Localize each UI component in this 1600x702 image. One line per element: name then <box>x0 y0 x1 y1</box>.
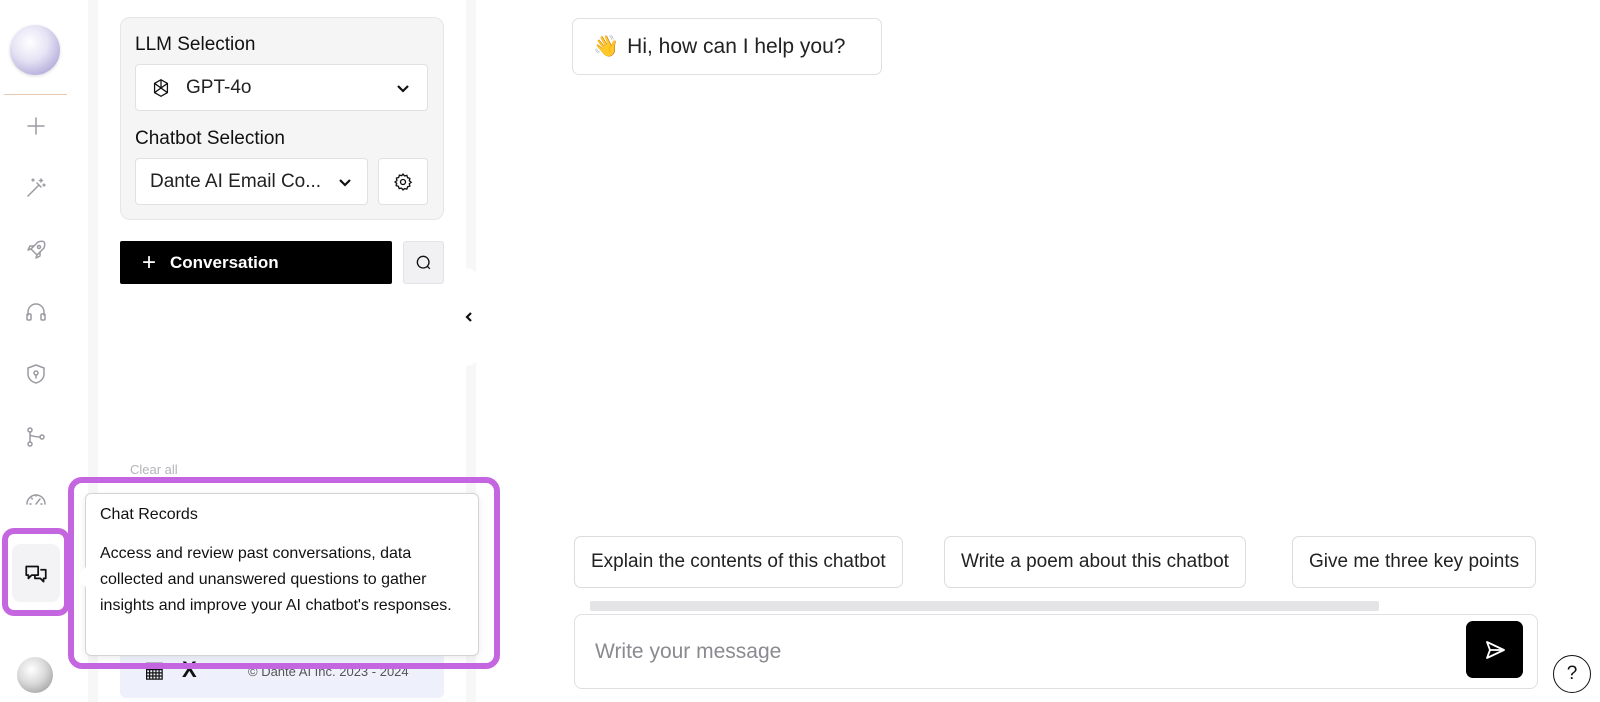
suggestion-chip[interactable]: Give me three key points <box>1292 536 1537 588</box>
clear-all-link[interactable]: Clear all <box>130 462 178 477</box>
app-logo[interactable] <box>10 25 60 75</box>
message-composer <box>574 614 1538 689</box>
suggestion-chip[interactable]: Explain the contents of this chatbot <box>574 536 903 588</box>
message-input[interactable] <box>595 637 1415 667</box>
user-avatar[interactable] <box>17 657 53 693</box>
chevron-down-icon <box>337 174 353 190</box>
plus-icon: + <box>142 248 157 276</box>
search-icon <box>416 255 430 269</box>
tooltip-arrow <box>76 567 86 587</box>
search-conversations-button[interactable] <box>403 241 444 284</box>
chevron-left-icon <box>465 312 472 322</box>
gauge-icon[interactable] <box>22 485 50 513</box>
magic-wand-icon[interactable] <box>22 174 50 202</box>
llm-select[interactable]: GPT-4o <box>135 64 428 111</box>
llm-select-value: GPT-4o <box>186 76 252 98</box>
tooltip-title: Chat Records <box>100 506 198 523</box>
send-icon <box>1485 640 1505 659</box>
new-conversation-label: Conversation <box>170 252 279 272</box>
chatbot-selection-label: Chatbot Selection <box>135 128 285 149</box>
send-button[interactable] <box>1466 621 1523 678</box>
openai-icon <box>153 78 169 97</box>
suggestions-row: Explain the contents of this chatbot Wri… <box>574 536 1538 588</box>
rocket-icon[interactable] <box>22 236 50 264</box>
chatbot-select[interactable]: Dante AI Email Co... <box>135 158 368 205</box>
rail-highlight-frame <box>2 528 70 616</box>
git-branch-icon[interactable] <box>22 423 50 451</box>
chatbot-select-value: Dante AI Email Co... <box>150 170 322 192</box>
collapse-panel-button[interactable] <box>458 268 480 366</box>
headset-icon[interactable] <box>22 298 50 326</box>
help-button[interactable]: ? <box>1553 655 1591 693</box>
suggestions-scrollbar[interactable] <box>590 601 1379 611</box>
add-icon[interactable] <box>22 112 50 140</box>
gear-icon <box>394 172 413 191</box>
suggestion-chip[interactable]: Write a poem about this chatbot <box>944 536 1246 588</box>
shield-icon[interactable] <box>22 360 50 388</box>
chatbot-settings-button[interactable] <box>378 158 428 205</box>
chat-records-tooltip: Chat Records Access and review past conv… <box>85 493 479 656</box>
rail-divider <box>4 94 67 95</box>
chevron-down-icon <box>395 80 411 96</box>
tooltip-body: Access and review past conversations, da… <box>100 545 452 614</box>
greeting-text: Hi, how can I help you? <box>627 34 846 58</box>
llm-selection-label: LLM Selection <box>135 34 256 55</box>
new-conversation-button[interactable]: + Conversation <box>120 241 392 284</box>
greeting-bubble: 👋 Hi, how can I help you? <box>572 18 882 75</box>
wave-emoji: 👋 <box>593 34 620 58</box>
